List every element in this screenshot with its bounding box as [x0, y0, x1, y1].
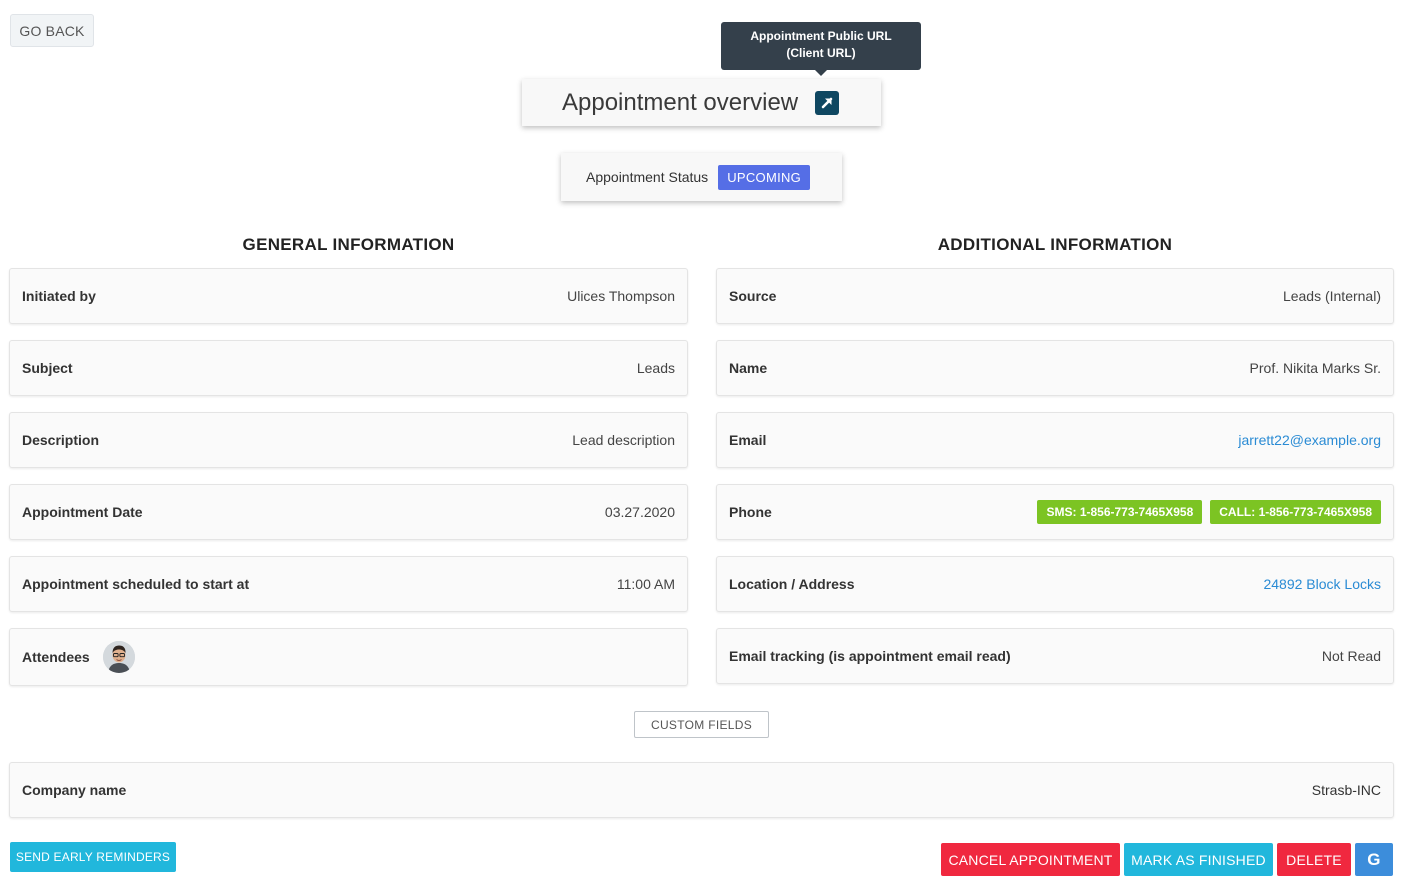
public-url-tooltip: Appointment Public URL (Client URL): [721, 22, 921, 70]
row-label: Initiated by: [22, 288, 96, 304]
page-title: Appointment overview: [562, 88, 799, 116]
row-label: Company name: [22, 782, 127, 798]
row-value: 11:00 AM: [616, 576, 675, 592]
additional-row-source: Source Leads (Internal): [716, 268, 1394, 324]
phone-actions: SMS: 1-856-773-7465X958 CALL: 1-856-773-…: [1029, 500, 1381, 524]
row-value: Leads (Internal): [1282, 288, 1381, 304]
row-label: Source: [729, 288, 777, 304]
go-back-button[interactable]: GO BACK: [10, 14, 94, 47]
address-link[interactable]: 24892 Block Locks: [1263, 576, 1381, 592]
status-label: Appointment Status: [586, 169, 709, 185]
row-label: Appointment scheduled to start at: [22, 576, 250, 592]
row-value: Strasb-INC: [1311, 782, 1381, 798]
row-value: Prof. Nikita Marks Sr.: [1249, 360, 1381, 376]
row-value: Leads: [636, 360, 675, 376]
tooltip-arrow: [815, 70, 827, 76]
additional-row-email-tracking: Email tracking (is appointment email rea…: [716, 628, 1394, 684]
row-label: Phone: [729, 504, 772, 520]
call-phone-button[interactable]: CALL: 1-856-773-7465X958: [1210, 500, 1381, 524]
additional-information-title: ADDITIONAL INFORMATION: [937, 235, 1173, 254]
additional-row-email: Email jarrett22@example.org: [716, 412, 1394, 468]
send-early-reminders-button[interactable]: SEND EARLY REMINDERS: [10, 842, 176, 872]
general-row-subject: Subject Leads: [9, 340, 688, 396]
row-value: Ulices Thompson: [567, 288, 675, 304]
cancel-appointment-button[interactable]: CANCEL APPOINTMENT: [941, 843, 1120, 876]
external-link-icon[interactable]: [815, 90, 840, 115]
custom-row-company-name: Company name Strasb-INC: [9, 762, 1394, 818]
general-row-appointment-date: Appointment Date 03.27.2020: [9, 484, 688, 540]
row-label: Name: [729, 360, 768, 376]
row-label: Location / Address: [729, 576, 855, 592]
email-link[interactable]: jarrett22@example.org: [1238, 432, 1381, 448]
row-label: Attendees: [22, 649, 90, 665]
additional-row-name: Name Prof. Nikita Marks Sr.: [716, 340, 1394, 396]
appointment-status-card: Appointment Status UPCOMING: [561, 153, 842, 201]
row-label: Description: [22, 432, 100, 448]
general-row-description: Description Lead description: [9, 412, 688, 468]
sms-phone-button[interactable]: SMS: 1-856-773-7465X958: [1037, 500, 1203, 524]
custom-fields-button[interactable]: CUSTOM FIELDS: [634, 711, 769, 738]
row-label: Email: [729, 432, 767, 448]
general-row-attendees: Attendees: [9, 628, 688, 686]
row-value: Not Read: [1321, 648, 1381, 664]
attendee-avatar[interactable]: [102, 641, 135, 673]
overview-header: Appointment overview: [522, 79, 881, 126]
general-row-start-time: Appointment scheduled to start at 11:00 …: [9, 556, 688, 612]
additional-row-phone: Phone SMS: 1-856-773-7465X958 CALL: 1-85…: [716, 484, 1394, 540]
row-label: Email tracking (is appointment email rea…: [729, 648, 1011, 664]
general-row-initiated-by: Initiated by Ulices Thompson: [9, 268, 688, 324]
status-badge: UPCOMING: [718, 164, 811, 190]
row-value: Lead description: [572, 432, 675, 448]
row-label: Subject: [22, 360, 73, 376]
delete-button[interactable]: DELETE: [1277, 843, 1351, 876]
mark-as-finished-button[interactable]: MARK AS FINISHED: [1124, 843, 1273, 876]
general-information-title: GENERAL INFORMATION: [242, 235, 455, 254]
row-label: Appointment Date: [22, 504, 143, 520]
additional-row-location: Location / Address 24892 Block Locks: [716, 556, 1394, 612]
google-icon[interactable]: G: [1355, 843, 1393, 876]
row-value: 03.27.2020: [604, 504, 675, 520]
